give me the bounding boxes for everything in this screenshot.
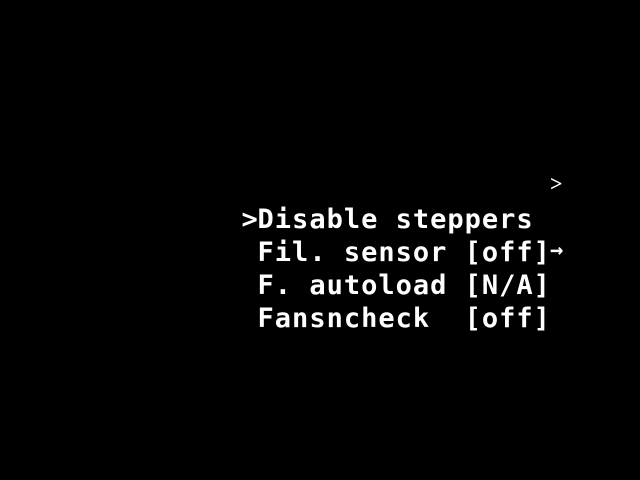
submenu-indicator-icon: ˃ bbox=[550, 172, 564, 197]
lcd-screen: >Disable steppers ˃ Fil. sensor [off] F.… bbox=[0, 0, 640, 480]
menu-item-disable-steppers[interactable]: >Disable steppers ˃ bbox=[138, 170, 578, 235]
menu-item-fil-sensor[interactable]: Fil. sensor [off] bbox=[138, 203, 578, 268]
settings-menu: >Disable steppers ˃ Fil. sensor [off] F.… bbox=[138, 170, 578, 334]
selection-cursor bbox=[242, 302, 258, 335]
menu-item-fans-check[interactable]: Fansncheck [off] bbox=[138, 269, 578, 334]
menu-item-f-autoload[interactable]: F. autoload [N/A] → bbox=[138, 236, 578, 301]
arrow-right-icon: → bbox=[550, 238, 565, 263]
menu-item-label: Fansncheck [off] bbox=[257, 303, 551, 334]
